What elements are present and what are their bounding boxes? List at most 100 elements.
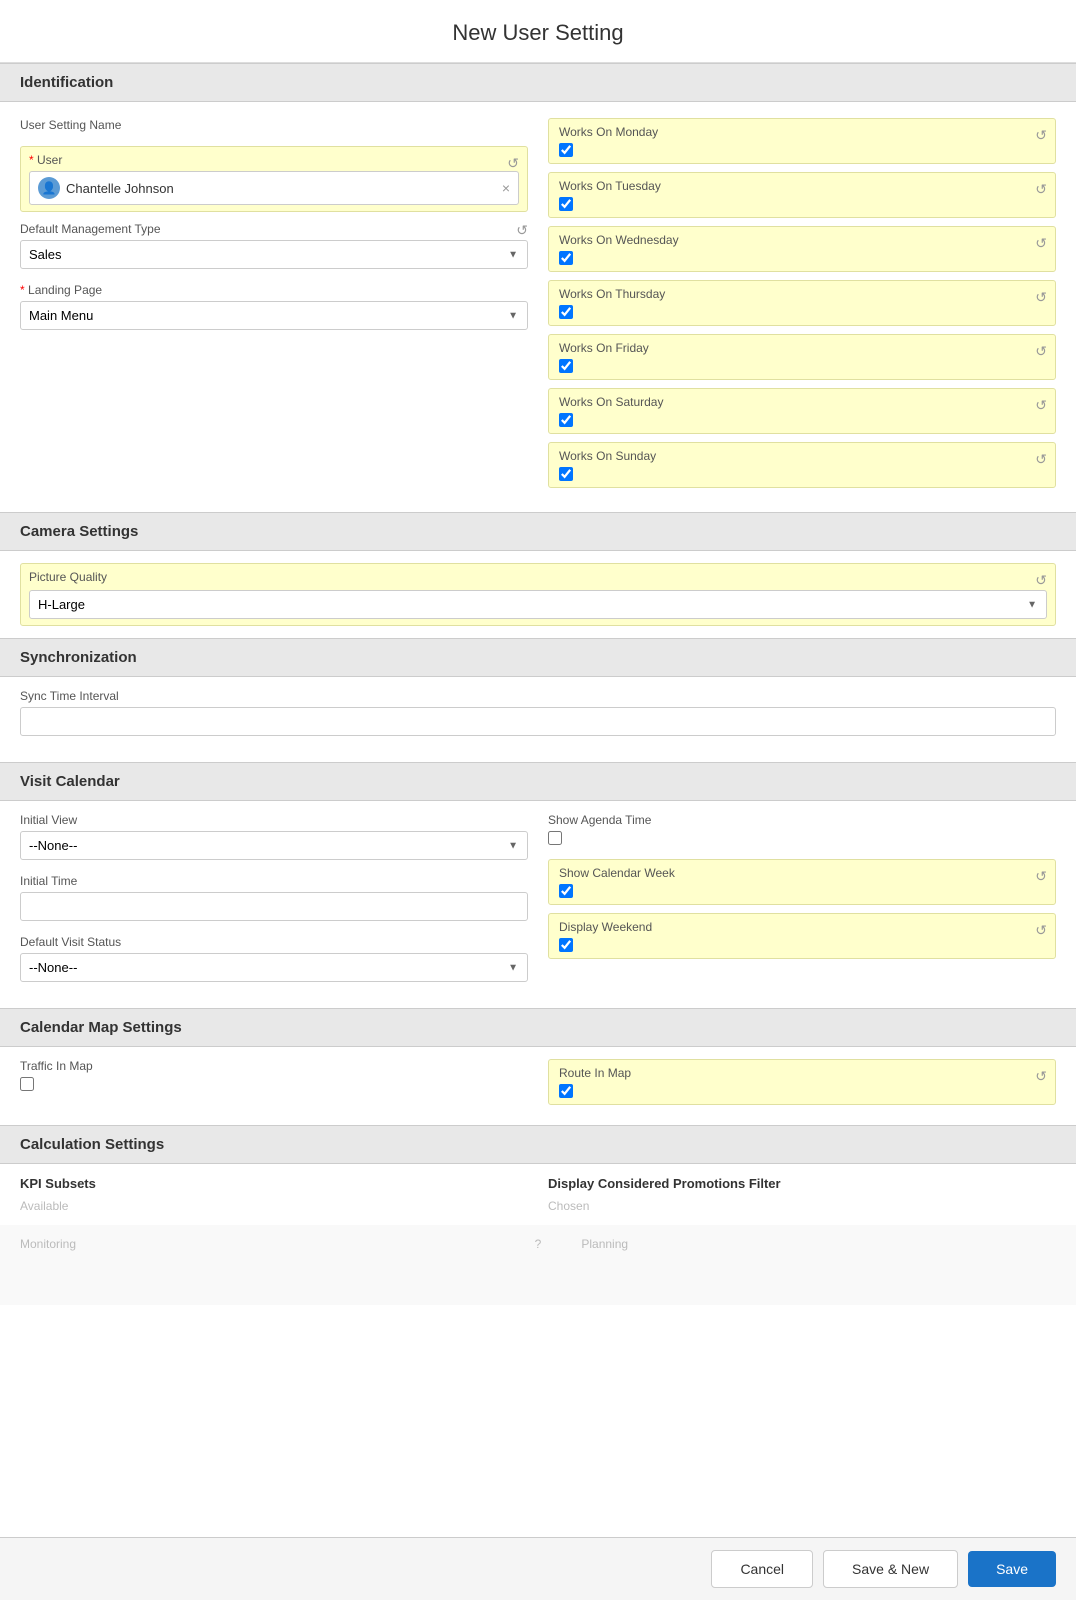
footer-bar: Cancel Save & New Save xyxy=(0,1537,1076,1600)
works-tuesday-block: Works On Tuesday ↺ xyxy=(548,172,1056,218)
save-button[interactable]: Save xyxy=(968,1551,1056,1587)
works-saturday-reset-icon[interactable]: ↺ xyxy=(1035,397,1047,414)
identification-section: Identification User Setting Name User ↺ … xyxy=(0,63,1076,512)
visit-calendar-right-col: Show Agenda Time Show Calendar Week ↺ Di… xyxy=(548,813,1056,996)
works-tuesday-label: Works On Tuesday xyxy=(559,179,1045,193)
works-wednesday-label: Works On Wednesday xyxy=(559,233,1045,247)
user-input-field[interactable]: 👤 Chantelle Johnson × xyxy=(29,171,519,205)
arrow-button-area: ? xyxy=(535,1237,542,1251)
cancel-button[interactable]: Cancel xyxy=(711,1550,813,1588)
works-wednesday-reset-icon[interactable]: ↺ xyxy=(1035,235,1047,252)
picture-quality-reset-icon[interactable]: ↺ xyxy=(1035,572,1047,589)
picture-quality-select[interactable]: H-Large Medium Low xyxy=(29,590,1047,619)
works-friday-checkbox[interactable] xyxy=(559,359,573,373)
display-weekend-label: Display Weekend xyxy=(559,920,1045,934)
works-sunday-reset-icon[interactable]: ↺ xyxy=(1035,451,1047,468)
planning-label: Planning xyxy=(581,1237,1056,1251)
show-agenda-time-label: Show Agenda Time xyxy=(548,813,1056,827)
calc-left-col: KPI Subsets Available xyxy=(20,1176,528,1213)
works-friday-reset-icon[interactable]: ↺ xyxy=(1035,343,1047,360)
works-monday-checkbox[interactable] xyxy=(559,143,573,157)
user-reset-icon[interactable]: ↺ xyxy=(507,155,519,172)
route-in-map-label: Route In Map xyxy=(559,1066,1045,1080)
calendar-map-header: Calendar Map Settings xyxy=(0,1008,1076,1047)
traffic-in-map-label: Traffic In Map xyxy=(20,1059,528,1073)
identification-header: Identification xyxy=(0,63,1076,102)
show-agenda-time-checkbox[interactable] xyxy=(548,831,562,845)
landing-page-wrapper: Main Menu Dashboard xyxy=(20,301,528,330)
works-tuesday-checkbox[interactable] xyxy=(559,197,573,211)
default-management-reset-icon[interactable]: ↺ xyxy=(516,222,528,239)
route-in-map-reset-icon[interactable]: ↺ xyxy=(1035,1068,1047,1085)
calculation-settings-header: Calculation Settings xyxy=(0,1125,1076,1164)
works-saturday-checkbox[interactable] xyxy=(559,413,573,427)
works-friday-label: Works On Friday xyxy=(559,341,1045,355)
identification-right-col: Works On Monday ↺ Works On Tuesday ↺ Wor… xyxy=(548,118,1056,496)
display-weekend-block: Display Weekend ↺ xyxy=(548,913,1056,959)
default-visit-status-select[interactable]: --None-- xyxy=(20,953,528,982)
save-new-button[interactable]: Save & New xyxy=(823,1550,958,1588)
visit-calendar-left-col: Initial View --None-- Initial Time Defau… xyxy=(20,813,528,996)
traffic-in-map-group: Traffic In Map xyxy=(20,1059,528,1091)
calmap-left-col: Traffic In Map xyxy=(20,1059,528,1113)
show-calendar-week-checkbox[interactable] xyxy=(559,884,573,898)
user-name-value: Chantelle Johnson xyxy=(66,181,496,196)
show-agenda-time-group: Show Agenda Time xyxy=(548,813,1056,845)
show-calendar-week-block: Show Calendar Week ↺ xyxy=(548,859,1056,905)
default-management-type-label: Default Management Type xyxy=(20,222,528,236)
works-sunday-label: Works On Sunday xyxy=(559,449,1045,463)
calendar-map-section: Calendar Map Settings Traffic In Map Rou… xyxy=(0,1008,1076,1125)
route-in-map-checkbox[interactable] xyxy=(559,1084,573,1098)
works-saturday-label: Works On Saturday xyxy=(559,395,1045,409)
synchronization-section: Synchronization Sync Time Interval xyxy=(0,638,1076,762)
default-management-type-group: Default Management Type ↺ Sales Other xyxy=(20,222,528,269)
works-monday-block: Works On Monday ↺ xyxy=(548,118,1056,164)
available-label: Available xyxy=(20,1199,528,1213)
sync-time-interval-group: Sync Time Interval xyxy=(20,689,1056,736)
works-monday-label: Works On Monday xyxy=(559,125,1045,139)
works-friday-block: Works On Friday ↺ xyxy=(548,334,1056,380)
default-management-type-wrapper: Sales Other xyxy=(20,240,528,269)
user-avatar-icon: 👤 xyxy=(38,177,60,199)
sync-time-interval-input[interactable] xyxy=(20,707,1056,736)
default-visit-status-label: Default Visit Status xyxy=(20,935,528,949)
camera-settings-header: Camera Settings xyxy=(0,512,1076,551)
works-saturday-block: Works On Saturday ↺ xyxy=(548,388,1056,434)
picture-quality-select-wrapper: H-Large Medium Low xyxy=(29,590,1047,619)
initial-view-select[interactable]: --None-- xyxy=(20,831,528,860)
works-thursday-checkbox[interactable] xyxy=(559,305,573,319)
default-management-type-select[interactable]: Sales Other xyxy=(20,240,528,269)
user-setting-name-label: User Setting Name xyxy=(20,118,528,132)
works-tuesday-reset-icon[interactable]: ↺ xyxy=(1035,181,1047,198)
initial-time-input[interactable] xyxy=(20,892,528,921)
display-weekend-checkbox[interactable] xyxy=(559,938,573,952)
monitoring-label: Monitoring xyxy=(20,1237,495,1251)
calculation-settings-section: Calculation Settings KPI Subsets Availab… xyxy=(0,1125,1076,1225)
user-setting-name-group: User Setting Name xyxy=(20,118,528,132)
initial-view-select-wrapper: --None-- xyxy=(20,831,528,860)
identification-left-col: User Setting Name User ↺ 👤 Chantelle Joh… xyxy=(20,118,528,496)
user-field-wrapper: User ↺ 👤 Chantelle Johnson × xyxy=(20,146,528,212)
visit-calendar-section: Visit Calendar Initial View --None-- Ini… xyxy=(0,762,1076,1008)
user-clear-icon[interactable]: × xyxy=(502,180,510,196)
synchronization-header: Synchronization xyxy=(0,638,1076,677)
works-thursday-reset-icon[interactable]: ↺ xyxy=(1035,289,1047,306)
default-visit-status-group: Default Visit Status --None-- xyxy=(20,935,528,982)
default-visit-status-wrapper: --None-- xyxy=(20,953,528,982)
kpi-subsets-label: KPI Subsets xyxy=(20,1176,528,1191)
works-sunday-checkbox[interactable] xyxy=(559,467,573,481)
initial-view-label: Initial View xyxy=(20,813,528,827)
transfer-icon: ? xyxy=(535,1237,542,1251)
initial-time-label: Initial Time xyxy=(20,874,528,888)
works-wednesday-checkbox[interactable] xyxy=(559,251,573,265)
route-in-map-block: Route In Map ↺ xyxy=(548,1059,1056,1105)
works-sunday-block: Works On Sunday ↺ xyxy=(548,442,1056,488)
initial-time-group: Initial Time xyxy=(20,874,528,921)
display-weekend-reset-icon[interactable]: ↺ xyxy=(1035,922,1047,939)
landing-page-select[interactable]: Main Menu Dashboard xyxy=(20,301,528,330)
show-calendar-week-label: Show Calendar Week xyxy=(559,866,1045,880)
works-monday-reset-icon[interactable]: ↺ xyxy=(1035,127,1047,144)
traffic-in-map-checkbox[interactable] xyxy=(20,1077,34,1091)
landing-page-label: Landing Page xyxy=(20,283,528,297)
show-calendar-week-reset-icon[interactable]: ↺ xyxy=(1035,868,1047,885)
